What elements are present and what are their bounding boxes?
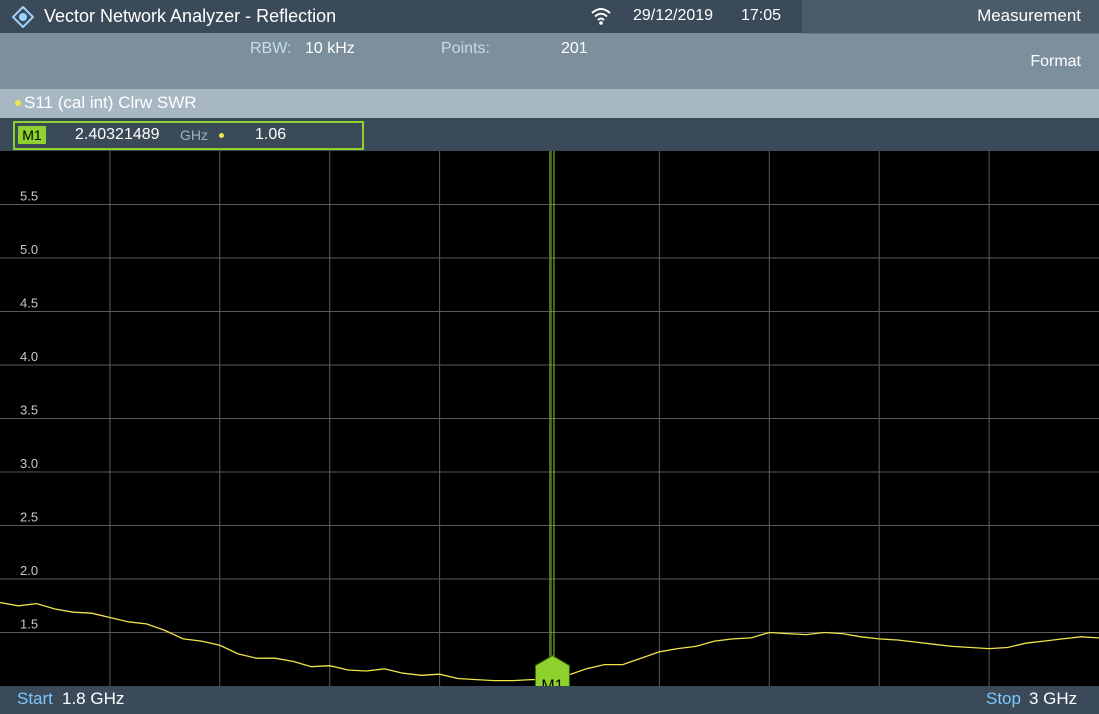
stop-value[interactable]: 3 GHz <box>1029 689 1077 709</box>
rbw-value: 10 kHz <box>305 40 355 57</box>
rbw-label: RBW: <box>250 40 292 57</box>
start-label: Start <box>17 689 53 708</box>
marker-trace-dot <box>219 133 224 138</box>
start-value[interactable]: 1.8 GHz <box>62 689 124 709</box>
trace-color-dot <box>15 100 21 106</box>
y-tick-label: 5.0 <box>20 242 38 257</box>
date-display: 29/12/2019 <box>633 7 714 24</box>
trace-info-bar[interactable]: S11 (cal int) Clrw SWR <box>0 89 1099 118</box>
wifi-icon <box>591 8 611 25</box>
measurement-softkey-label: Measurement <box>977 6 1081 25</box>
rohde-schwarz-logo-icon <box>12 6 34 28</box>
trace-label: S11 (cal int) Clrw SWR <box>24 93 197 112</box>
marker-tag: M1 <box>18 126 46 144</box>
stop-label: Stop <box>986 689 1021 708</box>
y-tick-label: 2.0 <box>20 563 38 578</box>
format-softkey-label: Format <box>1030 53 1081 70</box>
points-value: 201 <box>561 40 588 57</box>
measurement-softkey[interactable]: Measurement <box>802 0 1099 34</box>
y-tick-label: 4.5 <box>20 296 38 311</box>
y-tick-label: 1.5 <box>20 617 38 632</box>
footer-bar: Start 1.8 GHz Stop 3 GHz <box>0 686 1099 714</box>
title-bar: Vector Network Analyzer - Reflection 29/… <box>0 0 802 33</box>
y-tick-label: 2.5 <box>20 510 38 525</box>
y-tick-label: 4.0 <box>20 349 38 364</box>
info-bar: RBW: 10 kHz Points: 201 <box>0 33 802 89</box>
marker-readout[interactable]: M1 2.40321489 GHz 1.06 <box>13 121 364 150</box>
marker-info-bar: M1 2.40321489 GHz 1.06 <box>0 118 1099 151</box>
y-tick-label: 5.5 <box>20 189 38 204</box>
points-label: Points: <box>441 40 490 57</box>
app-title: Vector Network Analyzer - Reflection <box>44 6 337 26</box>
marker-frequency-unit: GHz <box>180 127 208 143</box>
marker-value: 1.06 <box>255 126 287 143</box>
time-display: 17:05 <box>741 7 782 24</box>
format-softkey[interactable]: Format <box>802 34 1099 89</box>
y-tick-label: 3.5 <box>20 403 38 418</box>
y-tick-label: 3.0 <box>20 456 38 471</box>
marker-symbol-label: M1 <box>541 678 563 686</box>
swr-plot[interactable]: 5.5 5.0 4.5 4.0 3.5 3.0 2.5 2.0 1.5 M1 <box>0 151 1099 686</box>
marker-frequency: 2.40321489 <box>75 126 160 143</box>
